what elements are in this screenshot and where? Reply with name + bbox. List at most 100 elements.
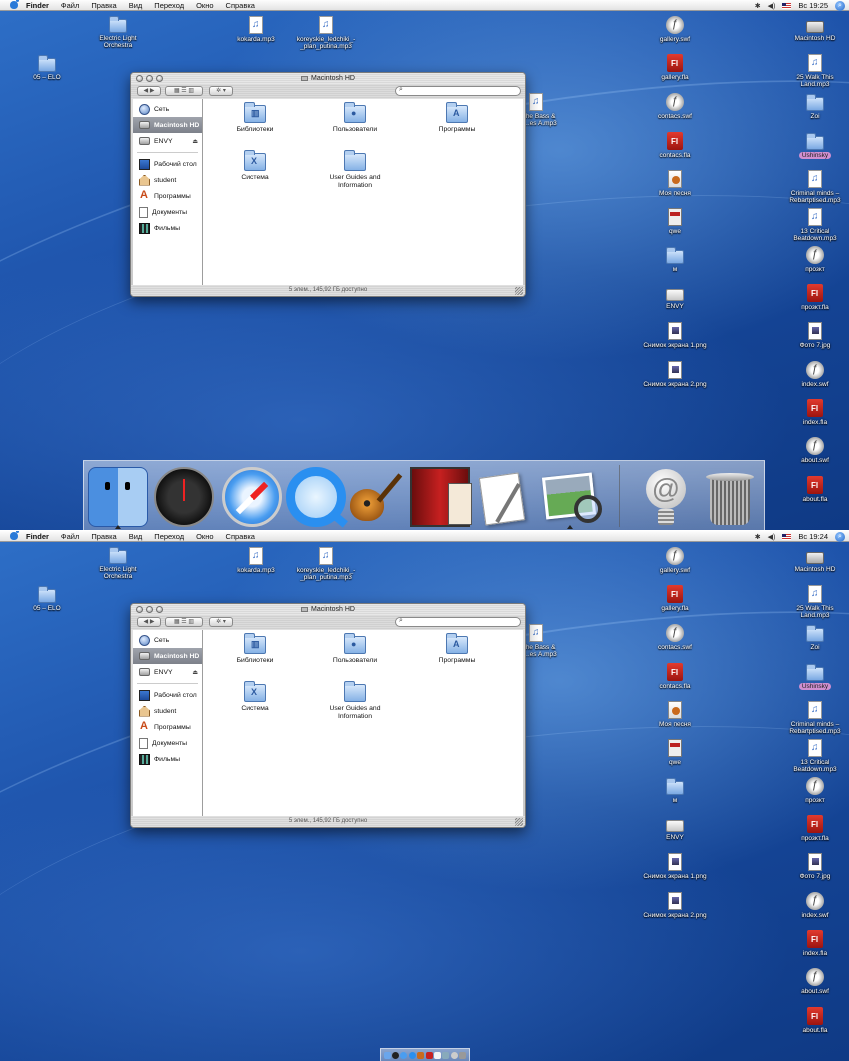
desktop-icon[interactable]: contacs.fla	[643, 663, 707, 690]
desktop-icon[interactable]: Ushinsky	[783, 663, 847, 690]
back-forward-button[interactable]: ◀ ▶	[137, 617, 161, 627]
desktop-icon[interactable]: kokarda.mp3	[224, 16, 288, 43]
sidebar-item-network[interactable]: Сеть	[133, 632, 202, 648]
desktop-icon[interactable]: contacs.fla	[643, 132, 707, 159]
dock-garageband-icon[interactable]	[417, 1051, 425, 1059]
folder-item-system[interactable]: X Система	[215, 150, 295, 182]
close-button[interactable]	[136, 75, 143, 82]
search-input[interactable]: ⌕	[395, 617, 521, 627]
desktop-icon[interactable]: contacs.swf	[643, 624, 707, 651]
desktop-icon[interactable]: index.swf	[783, 361, 847, 388]
view-mode-buttons[interactable]: ▦ ☰ ▥	[165, 617, 203, 627]
desktop-icon[interactable]: qwe	[643, 739, 707, 766]
sidebar-item-applications[interactable]: Программы	[133, 188, 202, 204]
sidebar-item-home[interactable]: student	[133, 703, 202, 719]
sidebar-item-envy[interactable]: ENVY ⏏	[133, 133, 202, 149]
sidebar-item-macintosh-hd[interactable]: Macintosh HD	[133, 648, 202, 664]
desktop-icon[interactable]: 25 Walk This Land.mp3	[783, 585, 847, 619]
close-button[interactable]	[136, 606, 143, 613]
sidebar-item-desktop[interactable]: Рабочий стол	[133, 687, 202, 703]
desktop-icon[interactable]: Моя песня	[643, 701, 707, 728]
sidebar-item-applications[interactable]: Программы	[133, 719, 202, 735]
apple-menu-icon[interactable]	[10, 0, 19, 9]
folder-item-applications[interactable]: A Программы	[417, 633, 497, 665]
desktop-icon[interactable]: index.fla	[783, 930, 847, 957]
view-mode-buttons[interactable]: ▦ ☰ ▥	[165, 86, 203, 96]
desktop-icon[interactable]: 13 Critical Beatdown.mp3	[783, 739, 847, 773]
desktop-icon[interactable]: Electric Light Orchestra	[86, 15, 150, 49]
menu-edit[interactable]: Правка	[85, 532, 122, 541]
volume-icon[interactable]: ◀)	[768, 2, 776, 10]
desktop-icon[interactable]: прозкт	[783, 246, 847, 273]
desktop-icon[interactable]: Фото 7.jpg	[783, 853, 847, 880]
desktop-icon[interactable]: 05 – ELO	[15, 54, 79, 81]
finder-window[interactable]: Macintosh HD ◀ ▶ ▦ ☰ ▥ ✲ ▾ ⌕ Сеть Macint…	[130, 72, 526, 297]
menu-view[interactable]: Вид	[123, 532, 149, 541]
menu-file[interactable]: Файл	[55, 532, 85, 541]
desktop-icon[interactable]: about.swf	[783, 437, 847, 464]
desktop-icon[interactable]: прозкт.fla	[783, 815, 847, 842]
menu-go[interactable]: Переход	[148, 1, 190, 10]
desktop-icon[interactable]: gallery.fla	[643, 54, 707, 81]
input-flag-icon[interactable]	[782, 2, 792, 9]
dock-preview-icon[interactable]	[540, 467, 602, 527]
dock-preview-icon[interactable]	[442, 1051, 450, 1059]
dock-dashboard-icon[interactable]	[154, 467, 214, 527]
desktop-icon[interactable]: Ushinsky	[783, 132, 847, 159]
volume-icon[interactable]: ◀)	[768, 533, 776, 541]
sidebar-item-movies[interactable]: Фильмы	[133, 751, 202, 767]
desktop-icon[interactable]: Electric Light Orchestra	[86, 546, 150, 580]
bluetooth-icon[interactable]: ✱	[755, 533, 761, 541]
menu-view[interactable]: Вид	[123, 1, 149, 10]
folder-item-library[interactable]: ▥ Библиотеки	[215, 102, 295, 134]
dock-safari-icon[interactable]	[400, 1051, 408, 1059]
dock-finder-icon[interactable]	[88, 467, 148, 527]
desktop-icon[interactable]: gallery.fla	[643, 585, 707, 612]
back-forward-button[interactable]: ◀ ▶	[137, 86, 161, 96]
desktop-icon[interactable]: about.fla	[783, 476, 847, 503]
menu-go[interactable]: Переход	[148, 532, 190, 541]
apple-menu-icon[interactable]	[10, 531, 19, 540]
desktop-icon[interactable]: Снимок экрана 2.png	[643, 361, 707, 388]
folder-item-users[interactable]: ● Пользователи	[315, 102, 395, 134]
folder-item-library[interactable]: ▥ Библиотеки	[215, 633, 295, 665]
dock-finder-icon[interactable]	[383, 1051, 391, 1059]
dock-trash-icon[interactable]	[700, 467, 760, 527]
desktop-icon[interactable]: Macintosh HD	[783, 547, 847, 573]
menu-edit[interactable]: Правка	[85, 1, 122, 10]
desktop-icon[interactable]: 25 Walk This Land.mp3	[783, 54, 847, 88]
dock-garageband-icon[interactable]	[346, 467, 406, 527]
menu-finder[interactable]: Finder	[24, 1, 55, 10]
desktop-icon[interactable]: Снимок экрана 1.png	[643, 853, 707, 880]
desktop-icon[interactable]: contacs.swf	[643, 93, 707, 120]
dock-textedit-icon[interactable]	[476, 467, 536, 527]
folder-item-system[interactable]: X Система	[215, 681, 295, 713]
sidebar-item-home[interactable]: student	[133, 172, 202, 188]
window-titlebar[interactable]: Macintosh HD	[131, 604, 525, 615]
sidebar-item-documents[interactable]: Документы	[133, 735, 202, 751]
desktop-icon[interactable]: qwe	[643, 208, 707, 235]
zoom-button[interactable]	[156, 75, 163, 82]
desktop-icon[interactable]: м	[643, 777, 707, 804]
dock-textedit-icon[interactable]	[434, 1051, 442, 1059]
menu-help[interactable]: Справка	[220, 532, 261, 541]
eject-icon[interactable]: ⏏	[192, 138, 198, 145]
desktop-icon[interactable]: Моя песня	[643, 170, 707, 197]
desktop-icon[interactable]: about.fla	[783, 1007, 847, 1034]
dock-safari-icon[interactable]	[222, 467, 282, 527]
input-flag-icon[interactable]	[782, 533, 792, 540]
desktop-icon[interactable]: koreyskie_ledchiki_-_plan_putina.mp3	[294, 547, 358, 581]
desktop-icon[interactable]: kokarda.mp3	[224, 547, 288, 574]
desktop-icon[interactable]: Фото 7.jpg	[783, 322, 847, 349]
menu-help[interactable]: Справка	[220, 1, 261, 10]
desktop-icon[interactable]: 05 – ELO	[15, 585, 79, 612]
desktop-icon[interactable]: прозкт.fla	[783, 284, 847, 311]
bluetooth-icon[interactable]: ✱	[755, 2, 761, 10]
desktop-icon[interactable]: Zoi	[783, 624, 847, 651]
eject-icon[interactable]: ⏏	[192, 669, 198, 676]
sidebar-item-network[interactable]: Сеть	[133, 101, 202, 117]
desktop-icon[interactable]: index.swf	[783, 892, 847, 919]
minimize-button[interactable]	[146, 606, 153, 613]
menu-window[interactable]: Окно	[190, 532, 219, 541]
desktop-icon[interactable]: Criminal minds – Rebartptised.mp3	[783, 701, 847, 735]
